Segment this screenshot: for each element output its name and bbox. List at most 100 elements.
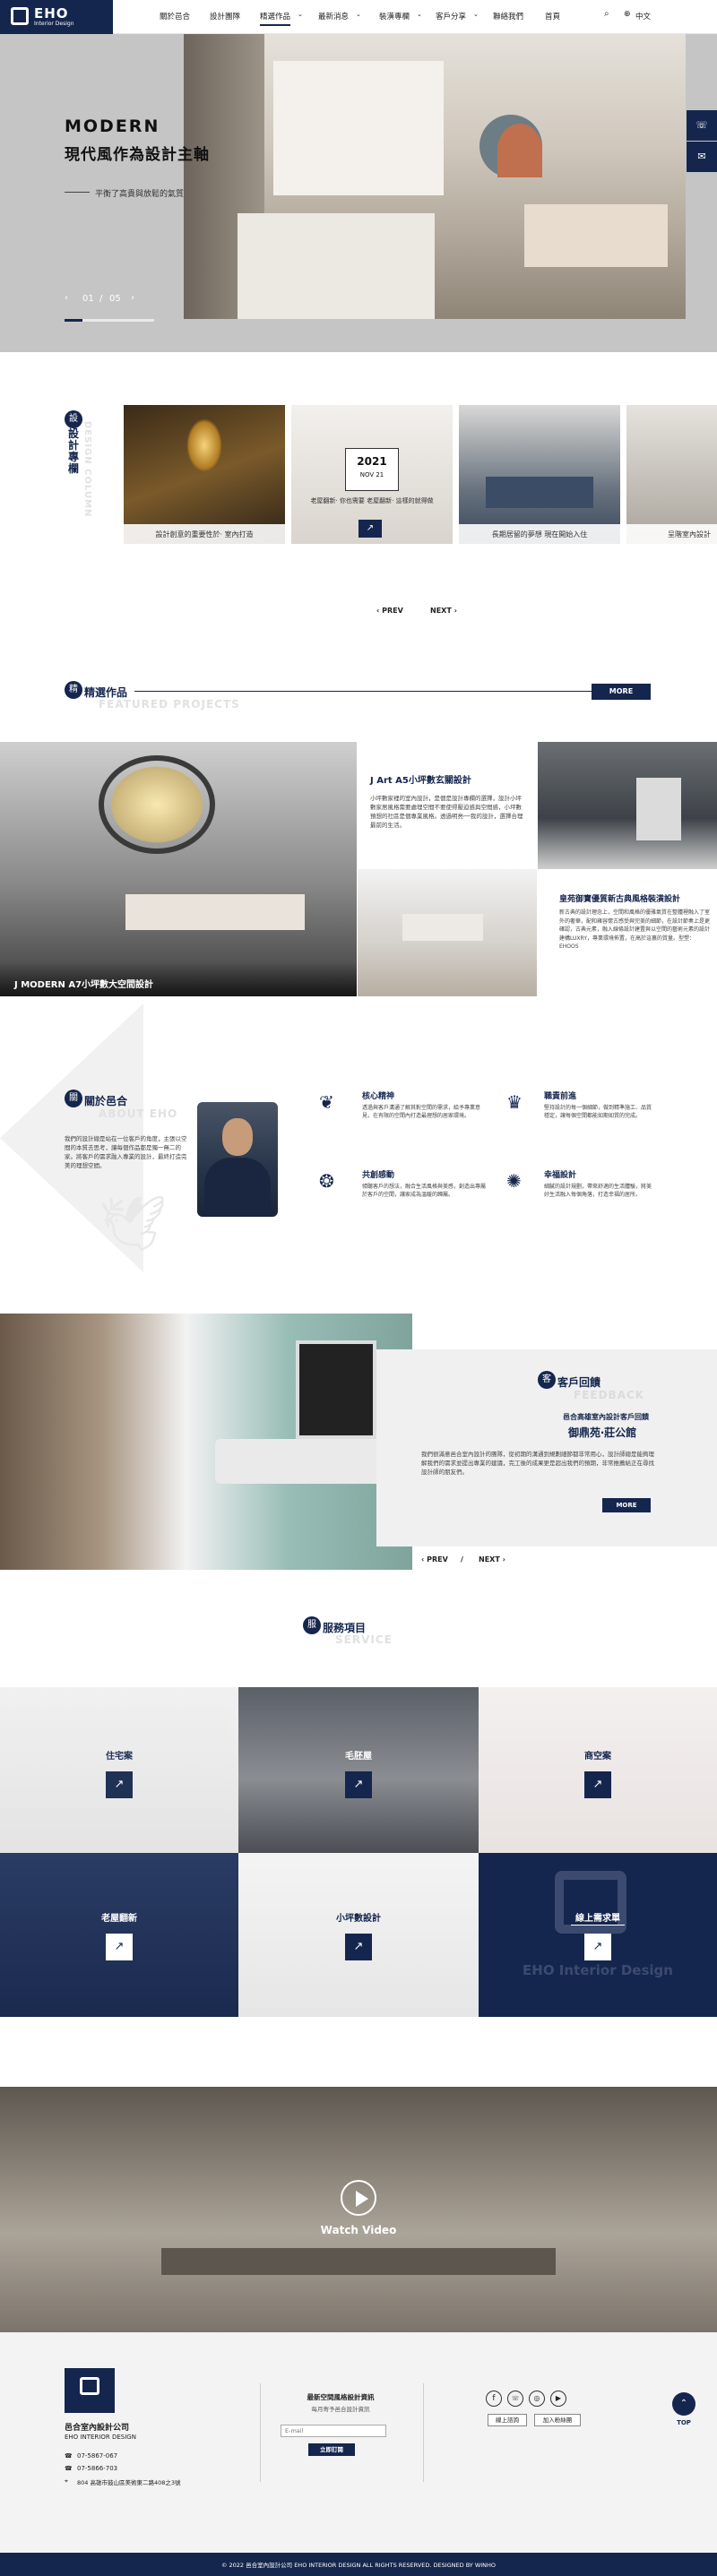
line-icon[interactable]: ☏ — [507, 2391, 523, 2407]
design-card-2[interactable]: 2021 NOV 21 老屋翻新‧ 你也需要 老屋翻新‧ 這樣的就得做 ↗ — [291, 405, 453, 544]
featured-right-text-card[interactable]: 皇苑御寶優質新古典風格裝潢設計 新古典的設計理念上，空間和風格的優雅氣質在整體裡… — [538, 869, 717, 996]
hero-page-total: 05 — [109, 294, 121, 304]
search-icon[interactable]: ⌕ — [604, 9, 609, 19]
design-card-4[interactable]: 呈階室內設計 — [626, 405, 717, 544]
newsletter-subtitle: 每月寄予邑合設計資訊 — [311, 2406, 370, 2413]
logo-subtext: Interior Design — [34, 21, 74, 27]
design-next-button[interactable]: NEXT › — [430, 607, 457, 615]
featured-right-image[interactable] — [538, 742, 717, 869]
nav-about[interactable]: 關於邑合 — [160, 11, 190, 22]
email-input[interactable] — [281, 2425, 386, 2437]
service-tile-renovation[interactable]: 老屋翻新 ↗ — [0, 1853, 238, 2017]
featured-right-title: 皇苑御寶優質新古典風格裝潢設計 — [559, 895, 681, 904]
footer-fb-button[interactable]: 加入粉絲團 — [534, 2414, 581, 2426]
service-tile-commercial[interactable]: 商空案 ↗ — [479, 1687, 717, 1853]
footer-phone-1[interactable]: 07-5867-067 — [77, 2452, 117, 2460]
featured-big-card[interactable]: J MODERN A7小坪數大空間設計 — [0, 742, 357, 996]
copyright-text: © 2022 邑合室內設計公司 EHO INTERIOR DESIGN ALL … — [220, 2562, 497, 2569]
nav-contact[interactable]: 聯絡我們 — [493, 11, 523, 22]
footer-company-name: 邑合室內設計公司 — [65, 2424, 130, 2433]
logo-text: EHO — [34, 5, 69, 22]
heart-hand-icon: ❦ — [319, 1091, 334, 1113]
design-prev-button[interactable]: ‹ PREV — [376, 607, 403, 615]
link-icon[interactable]: ↗ — [358, 520, 382, 538]
footer-line-button[interactable]: 線上諮詢 — [488, 2414, 527, 2426]
play-icon[interactable] — [341, 2180, 376, 2216]
design-next-label: NEXT — [430, 607, 452, 615]
design-card-caption: 老屋翻新‧ 你也需要 老屋翻新‧ 這樣的就得做 — [310, 497, 434, 504]
external-link-icon[interactable]: ↗ — [584, 1771, 611, 1798]
feedback-client-name: 御鼎苑‧莊公館 — [568, 1426, 637, 1439]
service-label: 小坪數設計 — [336, 1914, 381, 1924]
external-link-icon[interactable]: ↗ — [106, 1934, 133, 1960]
service-tile-raw[interactable]: 毛胚屋 ↗ — [238, 1687, 479, 1853]
nav-column[interactable]: 裝潢專欄 — [379, 11, 410, 22]
line-icon[interactable]: ☏ — [687, 110, 717, 141]
featured-mid-title: J Art A5小坪數玄關設計 — [370, 776, 471, 786]
service-tile-online[interactable]: EHO Interior Design 線上需求單 ↗ — [479, 1853, 717, 2017]
phone-icon: ☎ — [65, 2452, 73, 2460]
hero-divider — [65, 192, 90, 193]
nav-projects[interactable]: 精選作品 — [260, 11, 291, 26]
lightbulb-icon: ✺ — [506, 1170, 522, 1192]
footer — [0, 2332, 717, 2553]
chevron-down-icon: ⌄ — [298, 11, 303, 18]
video-banner[interactable]: Watch Video — [0, 2087, 717, 2332]
back-to-top-icon[interactable]: ⌃ — [672, 2392, 695, 2416]
footer-logo[interactable] — [65, 2368, 115, 2413]
featured-mid-text-card[interactable]: J Art A5小坪數玄關設計 小坪數家裡的室內設計，是個是設計專欄的選擇，設計… — [358, 742, 537, 869]
service-tile-residential[interactable]: 住宅案 ↗ — [0, 1687, 238, 1853]
featured-divider — [134, 691, 592, 692]
external-link-icon[interactable]: ↗ — [345, 1771, 372, 1798]
site-header: EHO Interior Design 關於邑合 設計團隊 精選作品 ⌄ 最新消… — [0, 0, 717, 34]
youtube-icon[interactable]: ▶ — [550, 2391, 566, 2407]
feedback-title-circle: 客 — [538, 1371, 556, 1389]
about-title-circle: 關 — [65, 1090, 82, 1107]
feedback-subtitle: 邑合高雄室內設計客戶回饋 — [563, 1413, 649, 1421]
hero-subtitle: 平衡了高貴與放鬆的氣質 — [95, 190, 185, 199]
hero-title-en: MODERN — [65, 116, 160, 136]
nav-home[interactable]: 首頁 — [545, 11, 560, 22]
nav-feedback[interactable]: 客戶分享 — [436, 11, 466, 22]
footer-divider — [423, 2383, 424, 2482]
feedback-text: 我們很滿意邑合室內設計的團隊，從初期的溝通到規劃細節都非常用心，設計師總是能夠理… — [421, 1451, 654, 1476]
feedback-ghost-title: FEEDBACK — [574, 1389, 645, 1401]
language-switch[interactable]: 中文 — [635, 11, 651, 22]
sofa-shape — [486, 477, 593, 508]
chevron-down-icon: ⌄ — [356, 11, 361, 18]
feedback-prev-button[interactable]: ‹ PREV — [421, 1555, 448, 1564]
instagram-icon[interactable]: ◎ — [529, 2391, 545, 2407]
facebook-icon[interactable]: f — [486, 2391, 502, 2407]
chevron-right-icon: › — [499, 1555, 505, 1564]
design-title-circle: 設 — [65, 410, 82, 428]
about-feature-text: 堅持設計的每一個細節，做到精準施工、品質穩定，讓每個空間都能如期如質的完成。 — [544, 1105, 652, 1119]
hero-next-arrow-icon[interactable]: › — [131, 293, 134, 303]
about-feature-text: 透過與客戶溝通了解其對空間的需求，給予專業意見，在有限的空間內打造最理想的居家環… — [362, 1105, 481, 1119]
footer-phone-2[interactable]: 07-5866-703 — [77, 2465, 117, 2472]
desk-shape — [161, 2248, 556, 2275]
external-link-icon[interactable]: ↗ — [345, 1934, 372, 1960]
footer-address[interactable]: 804 高雄市鼓山區美術東二路408之3號 — [77, 2477, 181, 2486]
subscribe-button[interactable]: 立即訂閱 — [308, 2443, 355, 2456]
footer-divider — [260, 2383, 261, 2482]
logo[interactable]: EHO Interior Design — [0, 0, 113, 34]
service-label: 老屋翻新 — [101, 1914, 137, 1924]
globe-icon[interactable]: ⊕ — [624, 10, 631, 19]
service-tile-small[interactable]: 小坪數設計 ↗ — [238, 1853, 479, 2017]
about-ghost-title: ABOUT EHO — [99, 1107, 178, 1120]
nav-team[interactable]: 設計團隊 — [210, 11, 240, 22]
hero-prev-arrow-icon[interactable]: ‹ — [65, 293, 68, 303]
featured-more-button[interactable]: MORE — [592, 684, 651, 700]
feedback-more-button[interactable]: MORE — [602, 1498, 651, 1512]
featured-mid-image[interactable] — [358, 869, 537, 996]
chat-icon[interactable]: ✉ — [687, 142, 717, 172]
feedback-next-button[interactable]: NEXT › — [479, 1555, 505, 1564]
external-link-icon[interactable]: ↗ — [584, 1934, 611, 1960]
feedback-image — [0, 1314, 412, 1570]
nav-news[interactable]: 最新消息 — [318, 11, 349, 22]
design-card-1[interactable]: 設計創意的重要性於‧ 室內打造 — [124, 405, 285, 544]
external-link-icon[interactable]: ↗ — [106, 1771, 133, 1798]
back-to-top-label[interactable]: TOP — [672, 2419, 695, 2426]
featured-ghost-title: FEATURED PROJECTS — [99, 698, 240, 711]
design-card-3[interactable]: 長期居留的夢想 現在開始入住 — [459, 405, 620, 544]
